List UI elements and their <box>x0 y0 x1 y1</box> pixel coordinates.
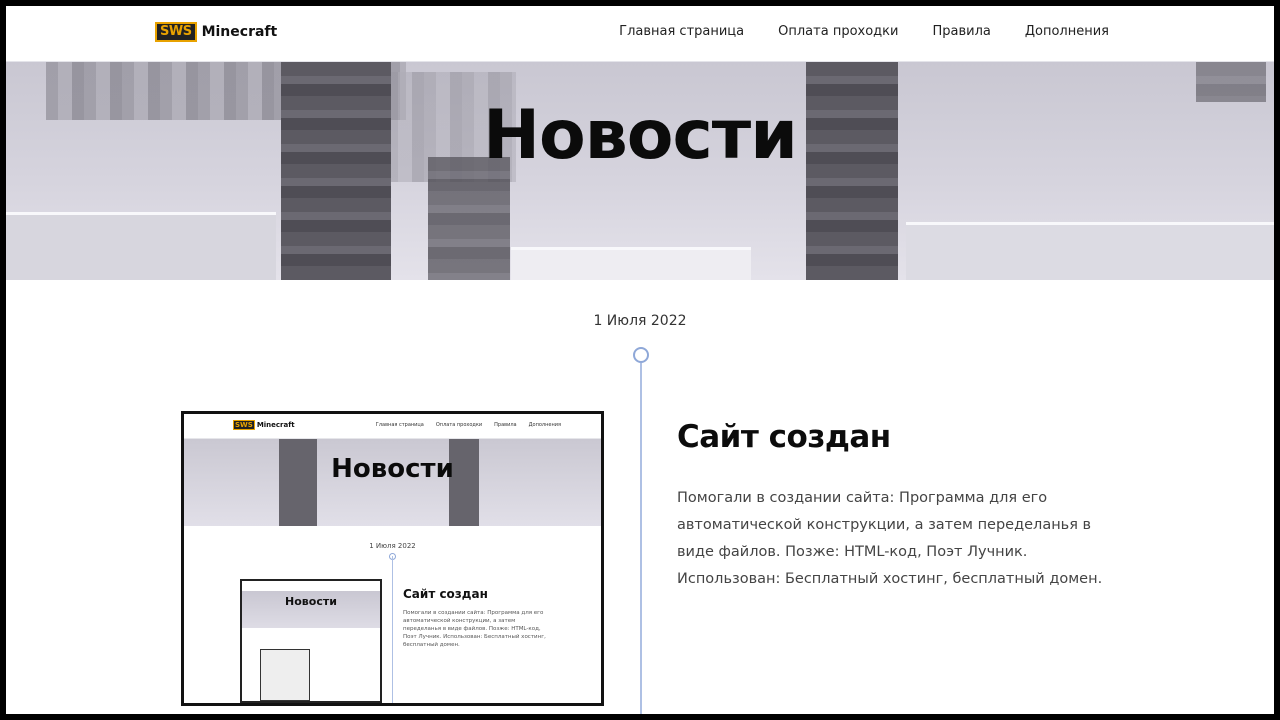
timeline-line <box>640 363 642 714</box>
timeline-marker <box>633 347 649 363</box>
preview-nav-link: Дополнения <box>528 422 561 428</box>
preview-title: Новости <box>331 454 454 484</box>
hero-banner: Новости <box>6 62 1274 280</box>
logo-text: Minecraft <box>201 24 278 40</box>
article-image[interactable]: SWS Minecraft Главная страница Оплата про… <box>181 411 604 706</box>
preview-nested-image: Новости <box>240 579 382 703</box>
article-body: Помогали в создании сайта: Программа для… <box>677 490 1103 587</box>
main-nav: Главная страница Оплата проходки Правила… <box>619 24 1109 39</box>
page: SWS Minecraft Главная страница Оплата пр… <box>6 6 1274 714</box>
preview-nav-link: Правила <box>494 422 517 428</box>
preview-logo-badge: SWS <box>233 420 255 430</box>
nav-link-payment[interactable]: Оплата проходки <box>778 24 898 39</box>
preview-navbar: SWS Minecraft Главная страница Оплата про… <box>184 414 601 439</box>
hero-tree-trunk <box>428 157 510 280</box>
nested-image <box>260 649 310 701</box>
page-title: Новости <box>483 96 798 175</box>
nav-link-addons[interactable]: Дополнения <box>1025 24 1109 39</box>
preview-nav-link: Главная страница <box>375 422 424 428</box>
hero-snow-block <box>6 212 276 280</box>
preview-logo-text: Minecraft <box>256 421 295 429</box>
top-navbar: SWS Minecraft Главная страница Оплата пр… <box>6 6 1274 62</box>
preview-article-body: Помогали в создании сайта: Программа для… <box>403 610 546 648</box>
hero-snow-block <box>511 247 751 280</box>
nav-link-home[interactable]: Главная страница <box>619 24 744 39</box>
nav-link-rules[interactable]: Правила <box>932 24 990 39</box>
preview-hero: Новости <box>184 439 601 526</box>
timeline-date: 1 Июля 2022 <box>593 313 687 329</box>
logo-badge: SWS <box>155 22 197 42</box>
hero-snow-block <box>906 222 1274 280</box>
nested-title: Новости <box>285 595 337 608</box>
preview-logo: SWS Minecraft <box>233 420 295 430</box>
preview-nav: Главная страница Оплата проходки Правила… <box>376 422 561 428</box>
site-logo[interactable]: SWS Minecraft <box>155 22 277 42</box>
preview-nav-link: Оплата проходки <box>435 422 483 428</box>
preview-timeline-line <box>392 556 393 703</box>
article-title: Сайт создан <box>677 419 891 455</box>
preview-article-title: Сайт создан <box>403 587 488 601</box>
preview-date: 1 Июля 2022 <box>369 542 416 550</box>
